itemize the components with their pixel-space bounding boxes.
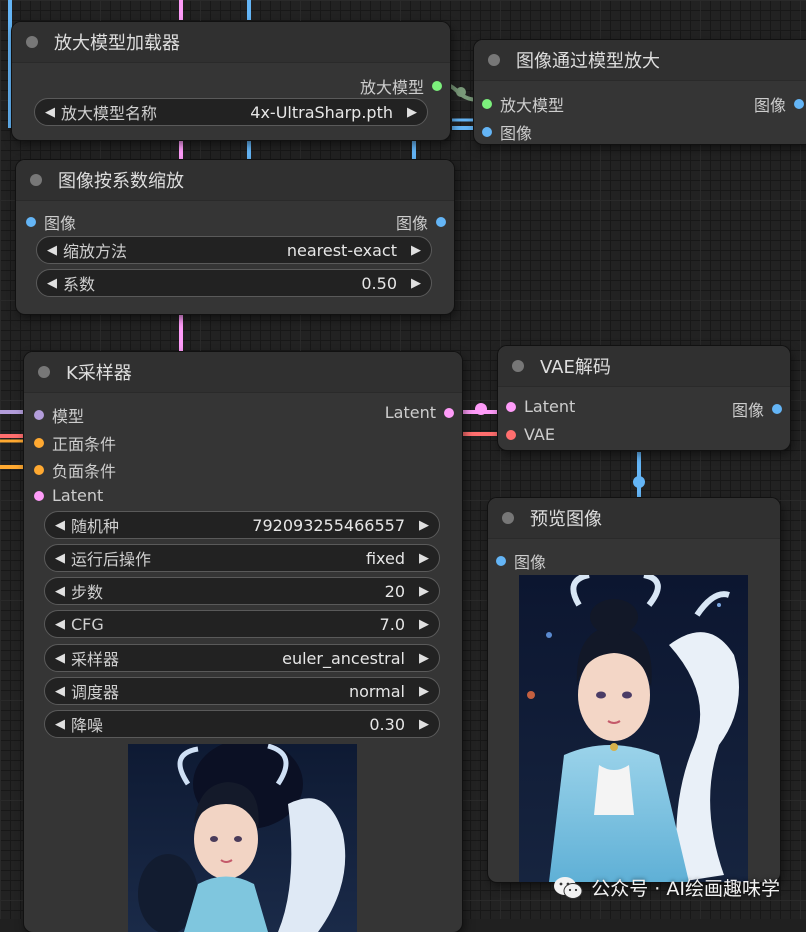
- slot-dot[interactable]: [34, 465, 44, 475]
- preview-output-image[interactable]: [519, 575, 748, 882]
- increment-arrow[interactable]: ▶: [417, 717, 431, 732]
- node-title: 预览图像: [530, 509, 602, 530]
- slot-dot[interactable]: [496, 556, 506, 566]
- portrait-illustration: [519, 575, 748, 882]
- wechat-icon: [554, 876, 583, 899]
- collapse-dot[interactable]: [30, 174, 42, 186]
- number-seed[interactable]: ◀ 随机种 792093255466557 ▶: [44, 511, 440, 539]
- slot-dot[interactable]: [794, 99, 804, 109]
- slot-dot[interactable]: [482, 127, 492, 137]
- input-slot-upscale-model[interactable]: 放大模型: [482, 92, 564, 116]
- number-steps[interactable]: ◀ 步数 20 ▶: [44, 577, 440, 605]
- combo-sampler[interactable]: ◀ 采样器 euler_ancestral ▶: [44, 644, 440, 672]
- decrement-arrow[interactable]: ◀: [53, 518, 67, 533]
- increment-arrow[interactable]: ▶: [417, 518, 431, 533]
- ksampler-preview-image: [128, 744, 357, 932]
- output-slot-image[interactable]: 图像: [396, 210, 446, 234]
- decrement-arrow[interactable]: ◀: [53, 617, 67, 632]
- decrement-arrow[interactable]: ◀: [53, 551, 67, 566]
- increment-arrow[interactable]: ▶: [409, 276, 423, 291]
- decrement-arrow[interactable]: ◀: [43, 105, 57, 120]
- watermark-text: 公众号 · AI绘画趣味学: [591, 878, 780, 900]
- combo-control-after-generate[interactable]: ◀ 运行后操作 fixed ▶: [44, 544, 440, 572]
- input-slot-image[interactable]: 图像: [26, 210, 76, 234]
- node-title: 图像通过模型放大: [516, 51, 660, 72]
- input-slot-image[interactable]: 图像: [482, 120, 532, 144]
- slot-dot[interactable]: [432, 81, 442, 91]
- number-cfg[interactable]: ◀ CFG 7.0 ▶: [44, 610, 440, 638]
- node-title: VAE解码: [540, 357, 611, 378]
- output-slot-image[interactable]: 图像: [754, 92, 804, 116]
- output-slot-upscale-model[interactable]: 放大模型: [360, 74, 442, 98]
- increment-arrow[interactable]: ▶: [417, 584, 431, 599]
- number-scale-factor[interactable]: ◀ 系数 0.50 ▶: [36, 269, 432, 297]
- increment-arrow[interactable]: ▶: [417, 617, 431, 632]
- slot-dot[interactable]: [506, 429, 516, 440]
- slot-dot[interactable]: [444, 407, 454, 418]
- input-slot-positive[interactable]: 正面条件: [34, 431, 116, 455]
- node-preview-image[interactable]: 预览图像 图像: [488, 498, 780, 882]
- slot-dot[interactable]: [34, 438, 44, 448]
- watermark: 公众号 · AI绘画趣味学: [553, 874, 780, 901]
- increment-arrow[interactable]: ▶: [405, 105, 419, 120]
- node-title: K采样器: [66, 363, 132, 384]
- slot-dot[interactable]: [482, 99, 492, 109]
- collapse-dot[interactable]: [502, 512, 514, 524]
- node-title: 放大模型加载器: [54, 33, 180, 54]
- portrait-illustration: [128, 744, 357, 932]
- node-ksampler[interactable]: K采样器 模型 正面条件 负面条件 Latent Latent ◀ 随机种 79…: [24, 352, 462, 932]
- decrement-arrow[interactable]: ◀: [53, 717, 67, 732]
- slot-dot[interactable]: [772, 404, 782, 414]
- decrement-arrow[interactable]: ◀: [45, 243, 59, 258]
- increment-arrow[interactable]: ▶: [417, 651, 431, 666]
- collapse-dot[interactable]: [488, 54, 500, 66]
- node-upscale-model-loader[interactable]: 放大模型加载器 放大模型 ◀ 放大模型名称 4x-UltraSharp.pth …: [12, 22, 450, 140]
- slot-dot[interactable]: [34, 410, 44, 420]
- output-slot-image[interactable]: 图像: [732, 397, 782, 421]
- increment-arrow[interactable]: ▶: [417, 684, 431, 699]
- node-vae-decode[interactable]: VAE解码 Latent VAE 图像: [498, 346, 790, 450]
- decrement-arrow[interactable]: ◀: [53, 651, 67, 666]
- slot-dot[interactable]: [436, 217, 446, 227]
- number-denoise[interactable]: ◀ 降噪 0.30 ▶: [44, 710, 440, 738]
- output-slot-latent[interactable]: Latent: [385, 403, 454, 422]
- node-image-scale-by[interactable]: 图像按系数缩放 图像 图像 ◀ 缩放方法 nearest-exact ▶ ◀ 系…: [16, 160, 454, 314]
- combo-upscale-method[interactable]: ◀ 缩放方法 nearest-exact ▶: [36, 236, 432, 264]
- combo-scheduler[interactable]: ◀ 调度器 normal ▶: [44, 677, 440, 705]
- input-slot-image[interactable]: 图像: [496, 549, 546, 573]
- collapse-dot[interactable]: [26, 36, 38, 48]
- collapse-dot[interactable]: [512, 360, 524, 372]
- combo-upscale-model-name[interactable]: ◀ 放大模型名称 4x-UltraSharp.pth ▶: [34, 98, 428, 126]
- input-slot-latent[interactable]: Latent: [34, 486, 103, 505]
- increment-arrow[interactable]: ▶: [417, 551, 431, 566]
- slot-dot[interactable]: [506, 401, 516, 412]
- collapse-dot[interactable]: [38, 366, 50, 378]
- input-slot-model[interactable]: 模型: [34, 403, 84, 427]
- node-title: 图像按系数缩放: [58, 171, 184, 192]
- input-slot-latent[interactable]: Latent: [506, 397, 575, 416]
- increment-arrow[interactable]: ▶: [409, 243, 423, 258]
- input-slot-negative[interactable]: 负面条件: [34, 458, 116, 482]
- slot-dot[interactable]: [26, 217, 36, 227]
- decrement-arrow[interactable]: ◀: [53, 684, 67, 699]
- slot-dot[interactable]: [34, 490, 44, 501]
- decrement-arrow[interactable]: ◀: [45, 276, 59, 291]
- node-image-upscale-with-model[interactable]: 图像通过模型放大 放大模型 图像 图像: [474, 40, 806, 144]
- decrement-arrow[interactable]: ◀: [53, 584, 67, 599]
- input-slot-vae[interactable]: VAE: [506, 425, 555, 444]
